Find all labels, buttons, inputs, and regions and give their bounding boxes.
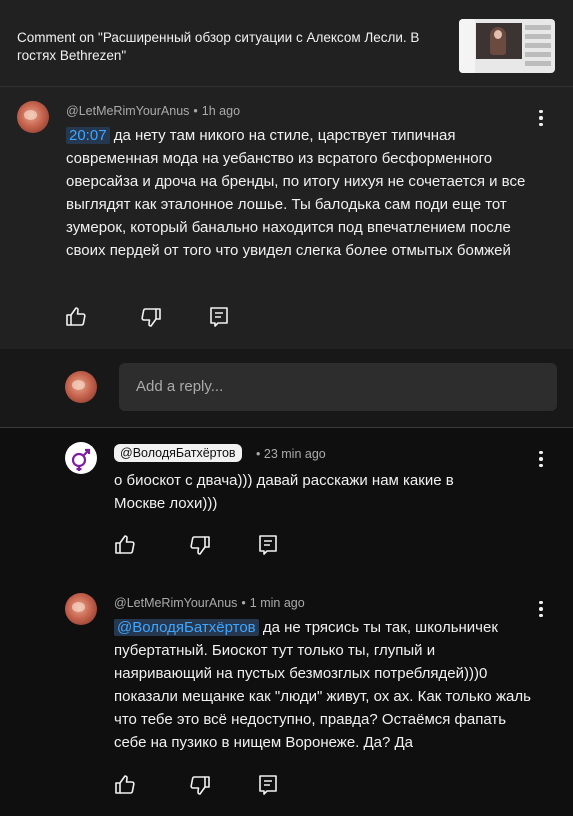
reply-text: @ВолодяБатхёртов да не трясись ты так, ш… — [114, 616, 534, 754]
comment-body: да нету там никого на стиле, царствует т… — [66, 127, 526, 259]
more-vert-icon[interactable] — [531, 448, 551, 470]
reply-text: о биоскот с двача))) давай расскажи нам … — [114, 472, 454, 512]
comment-text: 20:07 да нету там никого на стиле, царст… — [66, 124, 536, 262]
video-thumbnail[interactable] — [459, 19, 555, 73]
separator-dot: • — [256, 447, 261, 461]
thumbs-down-icon[interactable] — [188, 533, 212, 557]
thumbs-down-icon[interactable] — [139, 305, 163, 329]
reply-author-line: @LetMeRimYourAnus • 1 min ago — [114, 596, 305, 610]
separator-dot: • — [193, 104, 198, 118]
avatar[interactable] — [65, 593, 97, 625]
reply-body: да не трясись ты так, школьничек пуберта… — [114, 619, 531, 751]
venus-mars-icon — [71, 448, 91, 471]
comment-reply-icon[interactable] — [256, 773, 280, 797]
thumbs-up-icon[interactable] — [64, 305, 88, 329]
thumbs-down-icon[interactable] — [188, 773, 212, 797]
thumbs-up-icon[interactable] — [113, 533, 137, 557]
reply-author[interactable]: @ВолодяБатхёртов — [114, 444, 242, 462]
comment-author[interactable]: @LetMeRimYourAnus — [66, 104, 189, 118]
avatar — [65, 371, 97, 403]
timestamp-link[interactable]: 20:07 — [66, 127, 110, 144]
more-vert-icon[interactable] — [531, 598, 551, 620]
avatar[interactable] — [65, 442, 97, 474]
reply-time: 1 min ago — [249, 596, 305, 610]
avatar[interactable] — [17, 101, 49, 133]
reply-author[interactable]: @LetMeRimYourAnus — [114, 596, 237, 610]
header-title: Comment on "Расширенный обзор ситуации с… — [17, 30, 420, 63]
separator-dot: • — [241, 596, 246, 610]
comment-header: Comment on "Расширенный обзор ситуации с… — [0, 0, 573, 86]
comment-time: 1h ago — [201, 104, 241, 118]
comment-reply-icon[interactable] — [207, 305, 231, 329]
thumbs-up-icon[interactable] — [113, 773, 137, 797]
replies-separator — [0, 427, 573, 428]
mention-link[interactable]: @ВолодяБатхёртов — [114, 619, 259, 636]
reply-meta: • 23 min ago — [256, 447, 326, 461]
comment-reply-icon[interactable] — [256, 533, 280, 557]
reply-time: 23 min ago — [263, 447, 326, 461]
reply-input[interactable]: Add a reply... — [119, 363, 557, 411]
comment-author-line: @LetMeRimYourAnus • 1h ago — [66, 104, 240, 118]
header-divider — [0, 86, 573, 87]
